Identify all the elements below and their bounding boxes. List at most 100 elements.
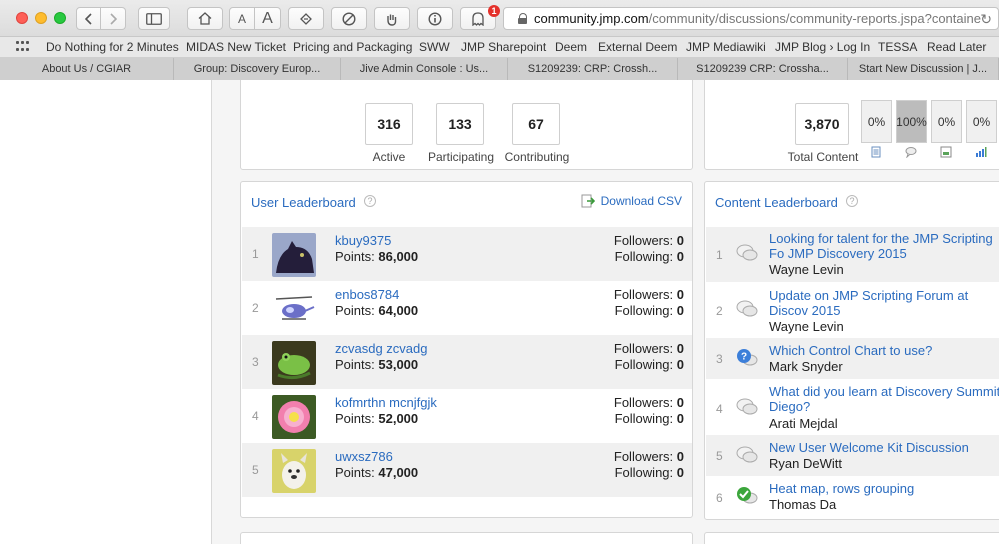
username-link[interactable]: kofmrthn mcnjfgjk — [335, 395, 437, 410]
block-button[interactable] — [331, 7, 367, 30]
rank-number: 3 — [716, 352, 723, 366]
member-stats-panel: 316 Active 133 Participating 67 Contribu… — [240, 80, 693, 170]
info-icon — [428, 11, 442, 26]
browser-toolbar: A A 1 community.jmp.com/community/discus… — [0, 0, 999, 37]
info-button[interactable] — [417, 7, 453, 30]
content-leaderboard-title: Content Leaderboard — [715, 195, 838, 210]
url-path: /community/discussions/community-reports… — [648, 11, 981, 26]
content-title-link[interactable]: Update on JMP Scripting Forum at Discov … — [769, 288, 999, 318]
discussions-percent: 100% — [896, 100, 927, 143]
following-text: Following: 0 — [614, 411, 684, 426]
leaderboard-row: 1 kbuy9375 Points: 86,000 Followers: 0 F… — [242, 227, 692, 281]
increase-font-button[interactable]: A — [255, 7, 281, 30]
reports-main: 316 Active 133 Participating 67 Contribu… — [212, 80, 999, 544]
author-name[interactable]: Mark Snyder — [769, 359, 843, 374]
content-stats-panel: 3,870 Total Content 0% 100% 0% 0% — [704, 80, 999, 170]
bookmark-item[interactable]: SWW — [419, 40, 450, 54]
author-name[interactable]: Wayne Levin — [769, 262, 844, 277]
avatar[interactable] — [272, 233, 316, 277]
bookmark-item[interactable]: Do Nothing for 2 Minutes — [46, 40, 179, 54]
bookmark-tag-icon — [300, 12, 312, 25]
hand-icon — [387, 14, 397, 26]
username-link[interactable]: zcvasdg zcvadg — [335, 341, 428, 356]
bookmark-item[interactable]: MIDAS New Ticket — [186, 40, 286, 54]
browser-tab[interactable]: Start New Discussion | J... — [848, 58, 999, 80]
bookmark-item[interactable]: External Deem — [598, 40, 677, 54]
avatar[interactable] — [272, 449, 316, 493]
username-link[interactable]: enbos8784 — [335, 287, 399, 302]
browser-tab[interactable]: Jive Admin Console : Us... — [341, 58, 508, 80]
browser-tab[interactable]: S1209239: CRP: Crossh... — [508, 58, 678, 80]
bookmark-item[interactable]: JMP Blog › Log In — [775, 40, 870, 54]
following-text: Following: 0 — [614, 303, 684, 318]
minimize-window-button[interactable] — [35, 12, 47, 24]
author-name[interactable]: Thomas Da — [769, 497, 836, 512]
next-panel-right — [704, 532, 999, 544]
active-count: 316 — [365, 103, 413, 145]
content-title-link[interactable]: What did you learn at Discovery Summit i… — [769, 384, 999, 414]
browser-tab[interactable]: S1209239 CRP: Crossha... — [678, 58, 848, 80]
forward-button[interactable] — [101, 7, 126, 30]
followers-text: Followers: 0 — [613, 449, 684, 464]
points-text: Points: 53,000 — [335, 357, 419, 372]
bookmark-item[interactable]: TESSA — [878, 40, 917, 54]
close-window-button[interactable] — [16, 12, 28, 24]
address-bar[interactable]: community.jmp.com/community/discussions/… — [503, 7, 999, 30]
leaderboard-row: 5 uwxsz786 Points: 47,000 Followers: 0 F… — [242, 443, 692, 497]
help-icon[interactable]: ? — [846, 195, 858, 207]
discussion-icon — [905, 147, 917, 158]
bookmark-item[interactable]: Deem — [555, 40, 587, 54]
extension-button-2[interactable] — [374, 7, 410, 30]
author-name[interactable]: Arati Mejdal — [769, 416, 838, 431]
help-icon[interactable]: ? — [364, 195, 376, 207]
content-leaderboard-panel: Content Leaderboard ? 1 Looking for tale… — [704, 181, 999, 520]
home-icon — [198, 12, 212, 25]
extension-button-1[interactable] — [288, 7, 324, 30]
rank-number: 1 — [716, 248, 723, 262]
bookmark-item[interactable]: JMP Mediawiki — [686, 40, 766, 54]
left-sidebar — [0, 80, 212, 544]
download-csv-link[interactable]: Download CSV — [581, 194, 682, 208]
content-row: 2 Update on JMP Scripting Forum at Disco… — [706, 282, 999, 338]
following-text: Following: 0 — [614, 357, 684, 372]
user-leaderboard-panel: User Leaderboard ? Download CSV 1 kbuy93… — [240, 181, 693, 518]
points-text: Points: 86,000 — [335, 249, 419, 264]
grid-icon[interactable] — [16, 41, 30, 53]
zoom-window-button[interactable] — [54, 12, 66, 24]
download-icon — [581, 194, 595, 208]
poll-icon — [976, 147, 987, 157]
points-text: Points: 47,000 — [335, 465, 419, 480]
reload-icon[interactable]: ↻ — [980, 11, 992, 28]
author-name[interactable]: Ryan DeWitt — [769, 456, 842, 471]
username-link[interactable]: kbuy9375 — [335, 233, 391, 248]
participating-count: 133 — [436, 103, 484, 145]
bookmark-item[interactable]: JMP Sharepoint — [461, 40, 546, 54]
leaderboard-row: 3 zcvasdg zcvadg Points: 53,000 Follower… — [242, 335, 692, 389]
avatar[interactable] — [272, 341, 316, 385]
contributing-count: 67 — [512, 103, 560, 145]
content-title-link[interactable]: Heat map, rows grouping — [769, 481, 999, 496]
browser-tab[interactable]: Group: Discovery Europ... — [174, 58, 341, 80]
home-button[interactable] — [187, 7, 223, 30]
bookmark-item[interactable]: Read Later — [927, 40, 986, 54]
notification-badge: 1 — [488, 5, 500, 17]
contributing-label: Contributing — [504, 150, 570, 164]
avatar[interactable] — [272, 395, 316, 439]
bookmark-item[interactable]: Pricing and Packaging — [293, 40, 412, 54]
following-text: Following: 0 — [614, 465, 684, 480]
username-link[interactable]: uwxsz786 — [335, 449, 393, 464]
tab-bar: About Us / CGIAR Group: Discovery Europ.… — [0, 58, 999, 80]
back-button[interactable] — [76, 7, 101, 30]
content-row: 3 ? Which Control Chart to use? Mark Sny… — [706, 338, 999, 379]
decrease-font-button[interactable]: A — [229, 7, 255, 30]
browser-tab[interactable]: About Us / CGIAR — [0, 58, 174, 80]
rank-number: 2 — [716, 304, 723, 318]
author-name[interactable]: Wayne Levin — [769, 319, 844, 334]
content-title-link[interactable]: Which Control Chart to use? — [769, 343, 999, 358]
content-title-link[interactable]: New User Welcome Kit Discussion — [769, 440, 999, 455]
content-title-link[interactable]: Looking for talent for the JMP Scripting… — [769, 231, 999, 261]
rank-number: 4 — [716, 402, 723, 416]
sidebar-toggle-button[interactable] — [138, 7, 170, 30]
blogs-percent: 0% — [931, 100, 962, 143]
avatar[interactable] — [272, 287, 316, 331]
